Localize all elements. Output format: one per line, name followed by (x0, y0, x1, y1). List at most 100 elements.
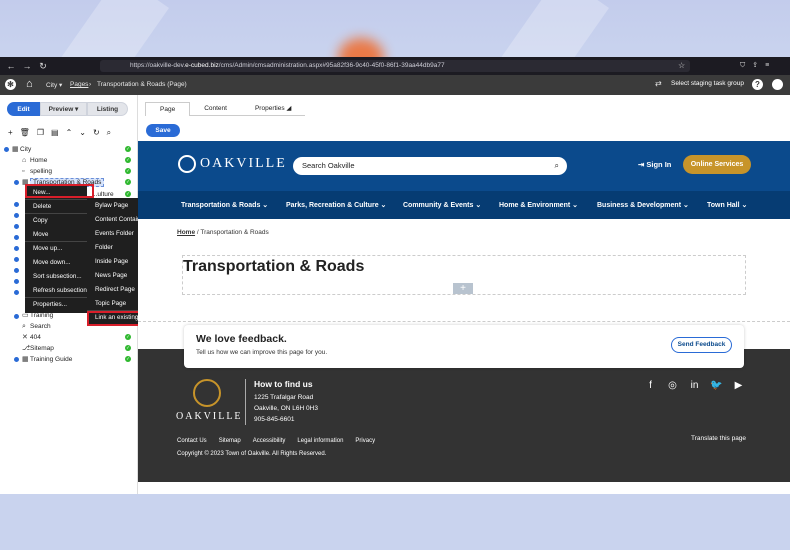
tree-expander[interactable] (14, 357, 19, 362)
submenu-item-events-folder[interactable]: Events Folder (95, 228, 134, 239)
tab-listing[interactable]: Listing (87, 102, 128, 116)
tree-expander[interactable] (14, 314, 19, 319)
menu-item-move-down[interactable]: Move down... (33, 257, 70, 268)
submenu-item-inside-page[interactable]: Inside Page (95, 256, 128, 267)
phone-number[interactable]: 905-845-6601 (254, 416, 294, 423)
footer-link-accessibility[interactable]: Accessibility (253, 438, 286, 444)
footer-link-contact[interactable]: Contact Us (177, 438, 207, 444)
tab-content[interactable]: Content (190, 102, 241, 116)
feedback-text: Tell us how we can improve this page for… (196, 349, 328, 356)
refresh-icon[interactable]: ↻ (93, 128, 100, 138)
tree-expander[interactable] (14, 257, 19, 262)
instagram-icon[interactable]: ◎ (666, 379, 679, 392)
nav-business[interactable]: Business & Development ⌄ (597, 201, 689, 209)
submenu-item-folder[interactable]: Folder (95, 242, 113, 253)
twitter-icon[interactable]: 🐦 (710, 379, 723, 392)
menu-item-move-up[interactable]: Move up... (33, 243, 62, 254)
site-logo[interactable]: OAKVILLE (178, 155, 287, 173)
delete-icon[interactable]: 🗑 (20, 128, 30, 138)
nav-town-hall[interactable]: Town Hall ⌄ (707, 201, 747, 209)
published-check-icon: ✓ (125, 168, 131, 174)
tab-edit[interactable]: Edit (7, 102, 40, 116)
help-icon[interactable]: ? (752, 79, 763, 90)
tree-root[interactable]: ▦City (12, 144, 31, 155)
site-main-nav: Transportation & Roads ⌄ Parks, Recreati… (138, 191, 790, 219)
forward-icon[interactable]: → (19, 61, 35, 71)
tree-item-404[interactable]: ✕ 404 (22, 332, 41, 343)
facebook-icon[interactable]: f (644, 379, 657, 392)
send-feedback-button[interactable]: Send Feedback (671, 337, 732, 353)
submenu-item-topic-page[interactable]: Topic Page (95, 298, 126, 309)
copy-icon[interactable]: ❐ (37, 128, 44, 138)
tab-preview[interactable]: Preview ▾ (40, 102, 87, 116)
submenu-item-bylaw[interactable]: Bylaw Page (95, 200, 128, 211)
linkedin-icon[interactable]: in (688, 379, 701, 392)
add-widget-button[interactable]: + (453, 283, 473, 294)
tree-expander[interactable] (4, 147, 9, 152)
translate-link[interactable]: Translate this page (691, 435, 746, 442)
footer-link-legal[interactable]: Legal information (297, 438, 343, 444)
footer-link-privacy[interactable]: Privacy (355, 438, 375, 444)
tree-expander[interactable] (14, 213, 19, 218)
move-down-icon[interactable]: ⌄ (79, 128, 86, 138)
menu-item-delete[interactable]: Delete (33, 201, 51, 212)
tree-item-training-guide[interactable]: ▦Training Guide (22, 354, 72, 365)
tree-item-label: Training (30, 312, 54, 319)
tree-item-spelling[interactable]: ▫ spelling (22, 166, 52, 177)
search-icon[interactable]: ⌕ (107, 128, 111, 138)
staging-task-group[interactable]: Select staging task group (671, 80, 744, 87)
footer-logo[interactable]: OAKVILLE (176, 379, 241, 422)
address-line: 1225 Trafalgar Road (254, 394, 314, 401)
tree-expander[interactable] (14, 235, 19, 240)
menu-item-copy[interactable]: Copy (33, 215, 48, 226)
youtube-icon[interactable]: ▶ (732, 379, 745, 392)
move-up-icon[interactable]: ⌃ (66, 128, 73, 138)
search-icon[interactable]: ⌕ (555, 157, 559, 175)
oak-emblem-icon (193, 379, 221, 407)
tree-expander[interactable] (14, 246, 19, 251)
sign-in-link[interactable]: ⇥ Sign In (638, 160, 671, 169)
nav-parks[interactable]: Parks, Recreation & Culture ⌄ (286, 201, 386, 209)
breadcrumb-home[interactable]: Home (177, 229, 195, 236)
footer-link-sitemap[interactable]: Sitemap (219, 438, 241, 444)
add-icon[interactable]: + (8, 128, 13, 138)
back-icon[interactable]: ← (3, 61, 19, 71)
menu-item-sort[interactable]: Sort subsection... (33, 271, 82, 282)
tree-expander[interactable] (14, 290, 19, 295)
document-icon[interactable]: ▤ (51, 128, 59, 138)
pages-crumb[interactable]: Pages (70, 81, 88, 88)
tree-expander[interactable] (14, 180, 19, 185)
save-button[interactable]: Save (146, 124, 180, 137)
user-avatar-icon[interactable] (772, 79, 783, 90)
nav-community[interactable]: Community & Events ⌄ (403, 201, 481, 209)
tree-item-home[interactable]: ⌂ Home (22, 155, 47, 166)
tree-expander[interactable] (14, 224, 19, 229)
tree-expander[interactable] (14, 279, 19, 284)
nav-label: Town Hall (707, 202, 740, 209)
menu-item-properties[interactable]: Properties... (33, 299, 67, 310)
extensions-icon[interactable]: ⛉⇪≡ (740, 60, 776, 72)
tab-properties[interactable]: Properties ◢ (240, 102, 306, 116)
online-services-button[interactable]: Online Services (683, 155, 751, 174)
bg-blob (338, 38, 384, 57)
tree-item-label: Sitemap (30, 345, 54, 352)
tree-expander[interactable] (14, 202, 19, 207)
nav-home-environment[interactable]: Home & Environment ⌄ (499, 201, 578, 209)
social-links: f ◎ in 🐦 ▶ (644, 379, 745, 392)
site-selector[interactable]: City ▾ (46, 81, 62, 89)
site-search-input[interactable]: Search Oakville ⌕ (293, 157, 567, 175)
tree-item-sitemap[interactable]: ⎇Sitemap (22, 343, 54, 354)
tab-page[interactable]: Page (145, 102, 191, 116)
nav-transportation[interactable]: Transportation & Roads ⌄ (181, 201, 268, 209)
address-bar[interactable]: https://oakville-dev.e-cubed.biz/cms/Adm… (100, 60, 690, 72)
tree-item-search[interactable]: ⌕ Search (22, 321, 51, 332)
reload-icon[interactable]: ↻ (35, 61, 51, 72)
menu-item-move[interactable]: Move (33, 229, 48, 240)
bookmark-star-icon[interactable]: ☆ (678, 60, 685, 72)
tree-expander[interactable] (14, 268, 19, 273)
menu-item-refresh[interactable]: Refresh subsection (33, 285, 87, 296)
submenu-item-news-page[interactable]: News Page (95, 270, 127, 281)
submenu-item-redirect-page[interactable]: Redirect Page (95, 284, 135, 295)
home-icon[interactable]: ⌂ (26, 78, 33, 91)
cms-logo-icon[interactable]: ✻ (5, 79, 16, 90)
